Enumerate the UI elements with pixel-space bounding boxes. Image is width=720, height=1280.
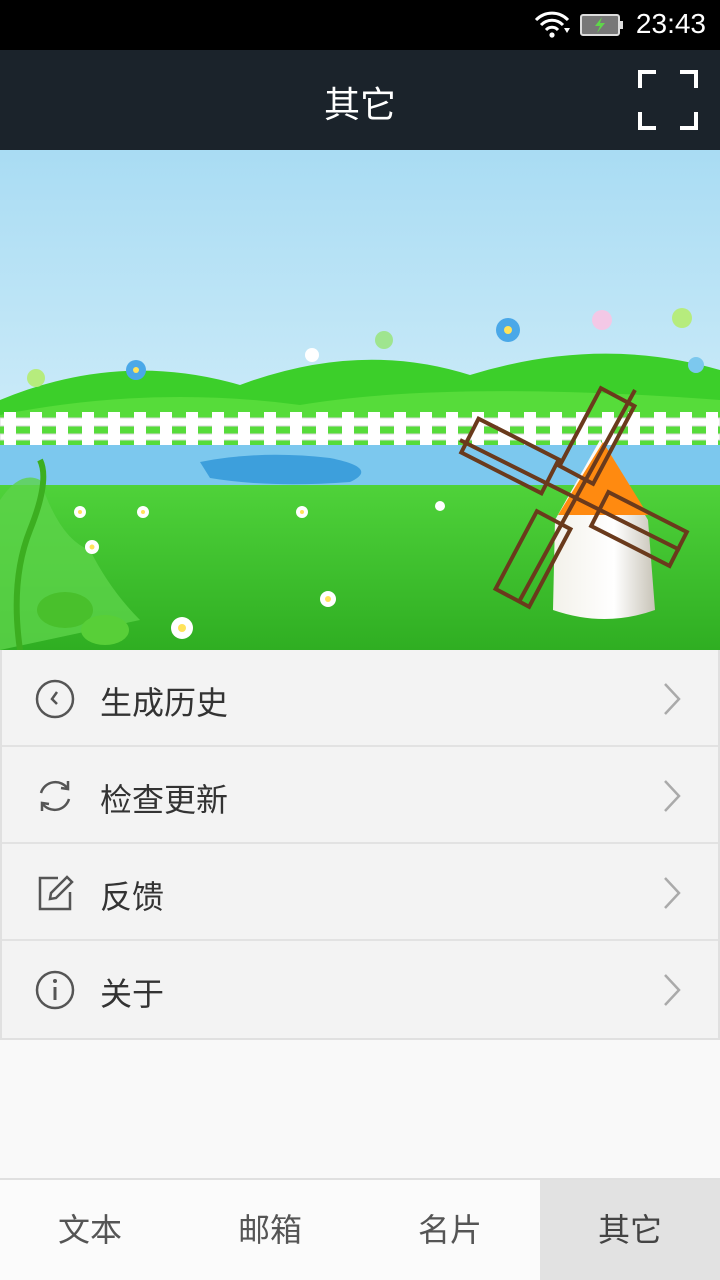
fence-picket: [4, 412, 16, 446]
fence-picket: [420, 412, 432, 446]
menu-item-feedback[interactable]: 反馈: [2, 844, 718, 941]
fence-picket: [212, 412, 224, 446]
tab-email[interactable]: 邮箱: [180, 1180, 360, 1280]
status-bar: 23:43: [0, 0, 720, 50]
edit-feedback-icon: [38, 875, 74, 911]
fence-picket: [368, 412, 380, 446]
tab-business-card[interactable]: 名片: [360, 1180, 540, 1280]
menu-item-label: 检查更新: [100, 781, 229, 819]
fence-picket: [680, 412, 692, 446]
fence-picket: [186, 412, 198, 446]
fence-picket: [316, 412, 328, 446]
menu-item-label: 反馈: [100, 878, 165, 916]
menu-item-label: 关于: [100, 975, 165, 1013]
fence-picket: [550, 412, 562, 446]
status-time: 23:43: [635, 8, 706, 39]
scan-icon[interactable]: [636, 68, 700, 132]
fence-picket: [30, 412, 42, 446]
fence-picket: [654, 412, 666, 446]
banner-illustration: [0, 150, 720, 650]
fence-picket: [290, 412, 302, 446]
tab-other[interactable]: 其它: [540, 1180, 720, 1280]
chevron-right-icon: [664, 877, 681, 909]
menu-item-history[interactable]: 生成历史: [2, 650, 718, 747]
chevron-right-icon: [664, 683, 681, 715]
refresh-icon: [39, 780, 71, 812]
fence-picket: [82, 412, 94, 446]
fence-picket: [446, 412, 458, 446]
info-icon: [35, 970, 75, 1010]
fence-picket: [264, 412, 276, 446]
fence-picket: [56, 412, 68, 446]
tab-text[interactable]: 文本: [0, 1180, 180, 1280]
battery-charging-icon: [580, 14, 623, 36]
chevron-right-icon: [664, 974, 681, 1006]
menu-item-label: 生成历史: [100, 684, 229, 722]
fence-picket: [706, 412, 718, 446]
history-clock-icon: [35, 679, 75, 719]
wifi-icon: [534, 11, 570, 38]
menu-item-check-update[interactable]: 检查更新: [2, 747, 718, 844]
settings-menu: 生成历史 检查更新 反馈 关于: [0, 650, 720, 1040]
windmill-meadow-illustration: [0, 150, 720, 650]
fence-picket: [238, 412, 250, 446]
page-title: 其它: [323, 85, 396, 126]
chevron-right-icon: [664, 780, 681, 812]
fence-picket: [160, 412, 172, 446]
menu-item-about[interactable]: 关于: [2, 941, 718, 1038]
bottom-tab-bar: 文本 邮箱 名片 其它: [0, 1178, 720, 1280]
fence-picket: [342, 412, 354, 446]
fence-picket: [108, 412, 120, 446]
title-bar: 其它: [0, 50, 720, 150]
fence-picket: [134, 412, 146, 446]
fence-picket: [394, 412, 406, 446]
